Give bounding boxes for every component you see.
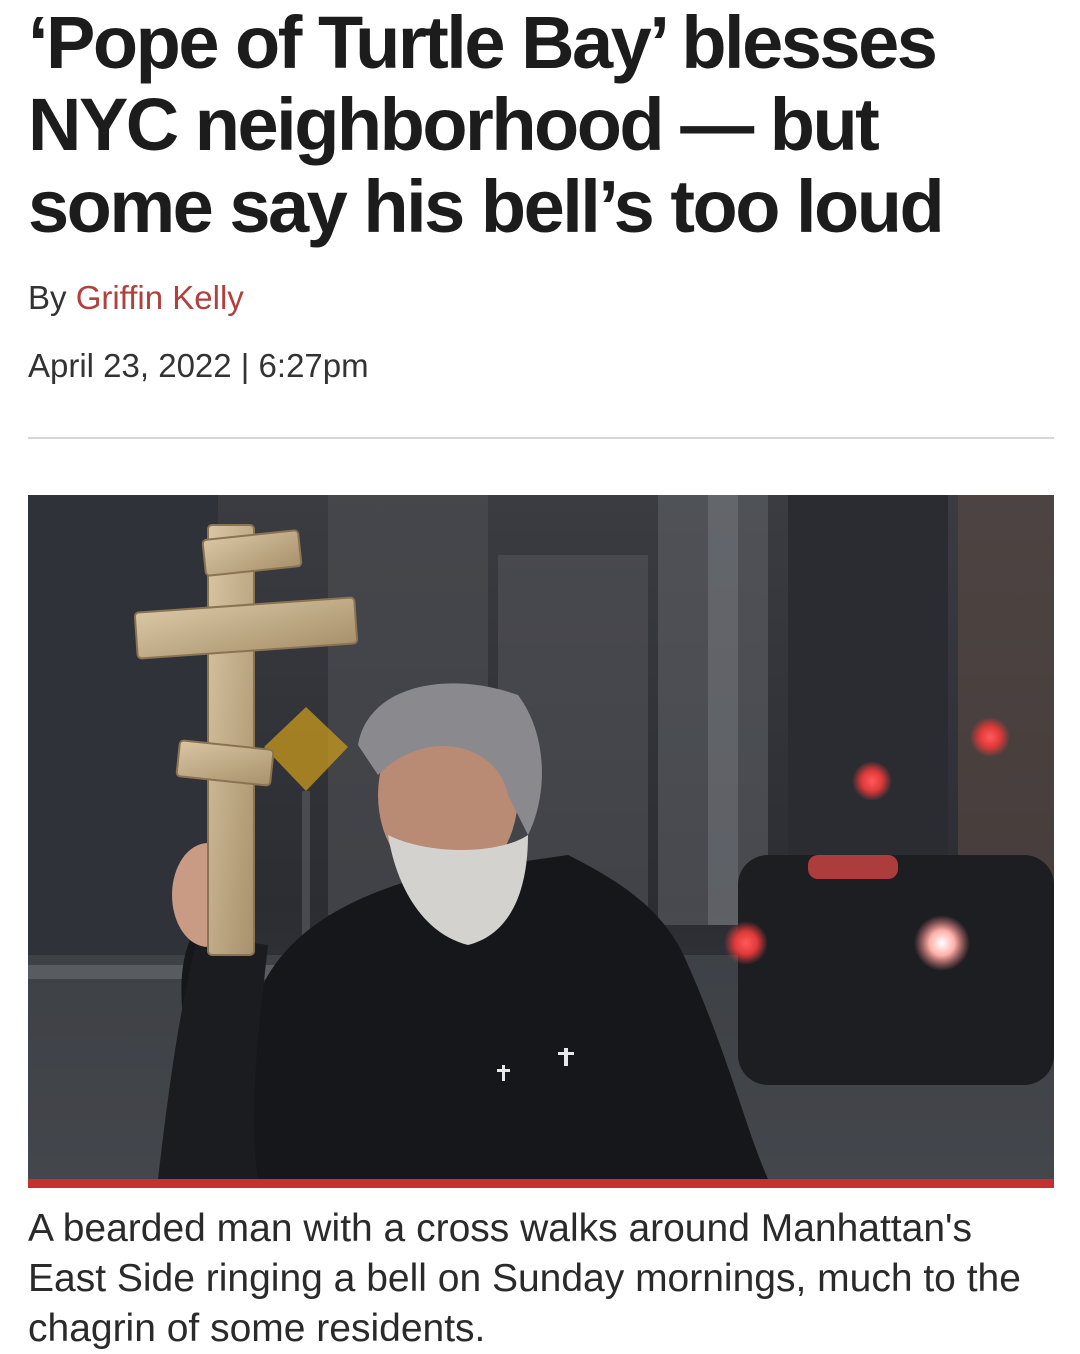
byline: By Griffin Kelly [28, 276, 244, 320]
article-photo[interactable] [28, 495, 1054, 1179]
article-headline: ‘Pope of Turtle Bay’ blesses NYC neighbo… [28, 1, 945, 248]
photo-illustration [28, 495, 1054, 1179]
publish-date: April 23, 2022 | 6:27pm [28, 347, 369, 384]
divider [28, 437, 1054, 439]
byline-prefix: By [28, 279, 76, 316]
photo-caption: A bearded man with a cross walks around … [28, 1207, 1021, 1350]
author-link[interactable]: Griffin Kelly [76, 279, 244, 316]
photo-accent-bar [28, 1179, 1054, 1188]
